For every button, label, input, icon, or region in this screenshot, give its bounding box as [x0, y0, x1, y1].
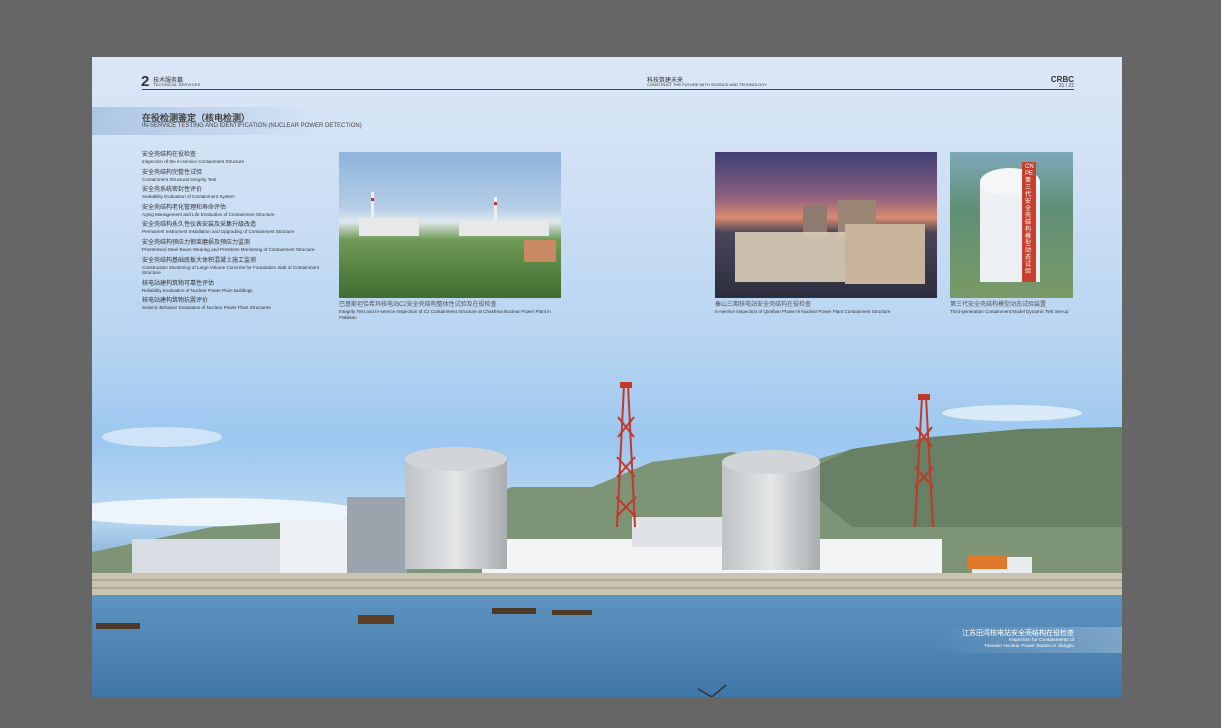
- item-label-en: Containment Structural Integrity Test: [142, 176, 217, 182]
- item-label-en: Inspection of the In-service Containment…: [142, 159, 245, 164]
- section-title-en: IN-SERVICE TESTING AND IDENTIFICATION (N…: [142, 123, 362, 129]
- list-item: 安全壳结构基础底板大体积混凝土施工监测 Construction Monitori…: [142, 258, 327, 276]
- item-label-en: Seismic Behavior Evaluation of Nuclear P…: [142, 305, 271, 311]
- photo-caption-en: In-service Inspection of Qinshan Phase I…: [715, 309, 891, 314]
- tianwan-caption-cn: 江苏田湾核电站安全壳结构在役检查: [962, 630, 1074, 637]
- chapter-number: 2: [141, 73, 150, 90]
- item-label-en: Aging Management and Life Evaluation of …: [142, 211, 275, 217]
- sign-text: CNPE第三代安全壳结构模型动态试验: [1025, 164, 1034, 275]
- header-divider: [142, 89, 1074, 90]
- chapter-title-en: TECHNICAL SERVICES: [153, 82, 201, 87]
- photo-caption-en: Third-generation Containment Model Dynam…: [950, 309, 1069, 314]
- list-item: 安全壳系统密封性评价 Sealability Evaluation of Cont…: [142, 187, 327, 200]
- item-label-cn: 安全壳结构老化管理和寿命评估: [142, 204, 227, 211]
- item-label-cn: 安全壳结构基础底板大体积混凝土施工监测: [142, 257, 257, 264]
- qinshan-plant-photo: [715, 152, 937, 298]
- photo-caption-cn: 秦山三期核电站安全壳结构在役检查: [715, 302, 812, 308]
- list-item: 核电站建构筑物可靠性评估 Reliability Evaluation of Nu…: [142, 281, 327, 294]
- slogan-en: CONSTRUCT THE FUTURE WITH SCIENCE AND TE…: [647, 82, 768, 87]
- photo-caption: 秦山三期核电站安全壳结构在役检查 In-service Inspection o…: [715, 301, 945, 315]
- photo-caption-en: Integrity Test and In-service Inspection…: [339, 309, 551, 320]
- item-label-en: Reliability Evaluation of Nuclear Power …: [142, 287, 253, 293]
- item-label-cn: 安全壳结构在役检查: [142, 152, 197, 158]
- item-label-cn: 安全壳结构预应力钢束磨损及预应力监测: [142, 239, 251, 246]
- list-item: 安全壳结构完整性试验 Containment Structural Integri…: [142, 170, 327, 183]
- brochure-page: 2 技术服务篇 TECHNICAL SERVICES 科技筑建未来 CONSTR…: [92, 57, 1122, 697]
- item-label-cn: 核电站建构筑物抗震评价: [142, 298, 209, 305]
- photo-caption: 巴基斯坦恰希玛核电站C2安全壳结构整体性试验及在役检查 Integrity Te…: [339, 301, 569, 320]
- list-item: 安全壳结构在役检查 Inspection of the In-service Co…: [142, 152, 327, 165]
- list-item: 安全壳结构老化管理和寿命评估 Aging Management and Life …: [142, 205, 327, 218]
- item-label-en: Construction Monitoring of Large Volume …: [142, 264, 319, 276]
- list-item: 核电站建构筑物抗震评价 Seismic Behavior Evaluation o…: [142, 298, 327, 311]
- item-label-cn: 安全壳系统密封性评价: [142, 187, 203, 194]
- photo-caption-cn: 巴基斯坦恰希玛核电站C2安全壳结构整体性试验及在役检查: [339, 302, 497, 308]
- service-list: 安全壳结构在役检查 Inspection of the In-service Co…: [142, 152, 327, 316]
- tianwan-caption: 江苏田湾核电站安全壳结构在役检查 Inspection for Containm…: [962, 629, 1074, 650]
- containment-model-photo: CNPE第三代安全壳结构模型动态试验: [950, 152, 1073, 298]
- photo-caption: 第三代安全壳结构模型动态试验装置 Third-generation Contai…: [950, 301, 1080, 315]
- list-item: 安全壳结构永久性仪表安装及采集升级改造 Permanent Instrument …: [142, 222, 327, 235]
- item-label-en: Prestressed Steel Beam Wearing and Prest…: [142, 246, 315, 252]
- photo-caption-cn: 第三代安全壳结构模型动态试验装置: [950, 302, 1047, 308]
- list-item: 安全壳结构预应力钢束磨损及预应力监测 Prestressed Steel Beam…: [142, 240, 327, 253]
- item-label-en: Sealability Evaluation of Containment Sy…: [142, 194, 235, 200]
- chashma-plant-photo: [339, 152, 561, 298]
- item-label-en: Permanent Instrument Installation and Up…: [142, 229, 295, 235]
- item-label-cn: 核电站建构筑物可靠性评估: [142, 280, 215, 287]
- item-label-cn: 安全壳结构永久性仪表安装及采集升级改造: [142, 222, 257, 229]
- tianwan-caption-en-2: Tianwan Nuclear Power Station in Jiangsu: [984, 644, 1074, 649]
- item-label-cn: 安全壳结构完整性试验: [142, 169, 203, 176]
